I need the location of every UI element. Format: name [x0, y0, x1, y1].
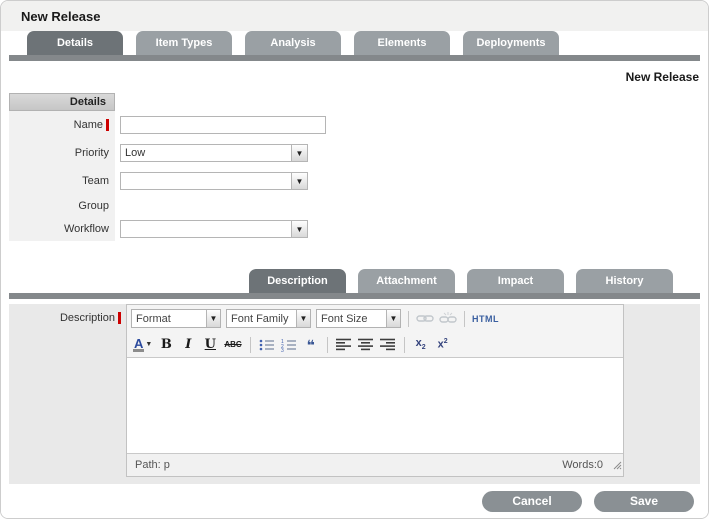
- rich-text-editor: Format ▼ Font Family ▼ Font Size ▼: [126, 304, 624, 477]
- main-tabs: Details Item Types Analysis Elements Dep…: [1, 31, 708, 55]
- tab-impact[interactable]: Impact: [467, 269, 564, 293]
- editor-statusbar: Path: p Words:0: [127, 454, 623, 476]
- cancel-button[interactable]: Cancel: [482, 491, 582, 512]
- editor-tabs: Description Attachment Impact History: [1, 269, 708, 293]
- resize-handle[interactable]: [612, 457, 622, 475]
- blockquote-icon[interactable]: ❝: [303, 335, 319, 354]
- tab-description[interactable]: Description: [249, 269, 346, 293]
- priority-label: Priority: [75, 147, 109, 159]
- align-right-icon[interactable]: [380, 335, 396, 354]
- superscript-icon[interactable]: x2: [435, 335, 451, 354]
- details-section: Details Name Priority Low ▼ T: [9, 93, 609, 241]
- editor-text-area[interactable]: [127, 357, 623, 454]
- workflow-select[interactable]: ▼: [120, 220, 308, 238]
- team-select[interactable]: ▼: [120, 172, 308, 190]
- bullet-list-icon[interactable]: [259, 335, 275, 354]
- svg-text:3: 3: [281, 348, 284, 352]
- chevron-down-icon[interactable]: ▼: [291, 221, 307, 237]
- field-row-workflow: Workflow ▼: [9, 217, 609, 241]
- editor-toolbar-row1: Format ▼ Font Family ▼ Font Size ▼: [127, 305, 623, 332]
- chevron-down-icon[interactable]: ▼: [206, 310, 220, 327]
- description-section: Description Format ▼ Font Family ▼ Font …: [9, 304, 700, 484]
- bold-icon[interactable]: B: [158, 335, 174, 354]
- strikethrough-icon[interactable]: ABC: [224, 335, 241, 354]
- required-marker: [118, 312, 121, 324]
- titlebar: New Release: [1, 1, 708, 31]
- team-label: Team: [82, 175, 109, 187]
- html-source-button[interactable]: HTML: [472, 309, 499, 328]
- field-row-priority: Priority Low ▼: [9, 139, 609, 167]
- tab-details[interactable]: Details: [27, 31, 123, 55]
- field-row-team: Team ▼: [9, 167, 609, 195]
- workflow-label: Workflow: [64, 223, 109, 235]
- underline-icon[interactable]: U: [202, 335, 218, 354]
- heading-row: New Release: [1, 61, 708, 93]
- format-select[interactable]: Format ▼: [131, 309, 221, 328]
- content-heading: New Release: [626, 70, 699, 84]
- font-family-select[interactable]: Font Family ▼: [226, 309, 311, 328]
- editor-word-count: Words:0: [562, 459, 603, 471]
- description-label: Description: [60, 312, 115, 324]
- action-bar: Cancel Save: [1, 484, 708, 518]
- chevron-down-icon[interactable]: ▼: [386, 310, 400, 327]
- unlink-icon[interactable]: [439, 309, 457, 328]
- italic-icon[interactable]: I: [180, 335, 196, 354]
- font-color-icon[interactable]: A▼: [133, 335, 152, 354]
- font-size-select[interactable]: Font Size ▼: [316, 309, 401, 328]
- new-release-window: New Release Details Item Types Analysis …: [0, 0, 709, 519]
- save-button[interactable]: Save: [594, 491, 694, 512]
- chevron-down-icon[interactable]: ▼: [296, 310, 310, 327]
- tab-elements[interactable]: Elements: [354, 31, 450, 55]
- required-marker: [106, 119, 109, 131]
- priority-select[interactable]: Low ▼: [120, 144, 308, 162]
- chevron-down-icon[interactable]: ▼: [145, 341, 152, 348]
- field-row-group: Group: [9, 195, 609, 217]
- chevron-down-icon[interactable]: ▼: [291, 173, 307, 189]
- insert-link-icon[interactable]: [416, 309, 434, 328]
- tab-analysis[interactable]: Analysis: [245, 31, 341, 55]
- name-field[interactable]: [120, 116, 326, 134]
- editor-path-status: Path: p: [135, 459, 170, 471]
- numbered-list-icon[interactable]: 123: [281, 335, 297, 354]
- tab-deployments[interactable]: Deployments: [463, 31, 559, 55]
- group-label: Group: [78, 200, 109, 212]
- align-left-icon[interactable]: [336, 335, 352, 354]
- page-title: New Release: [21, 9, 101, 24]
- tab-attachment[interactable]: Attachment: [358, 269, 455, 293]
- details-section-header: Details: [9, 93, 115, 111]
- subscript-icon[interactable]: x2: [413, 335, 429, 354]
- tab-history[interactable]: History: [576, 269, 673, 293]
- align-center-icon[interactable]: [358, 335, 374, 354]
- editor-tab-divider-bar: [9, 293, 700, 299]
- field-row-name: Name: [9, 111, 609, 139]
- editor-toolbar-row2: A▼ B I U ABC 123: [127, 332, 623, 357]
- name-label: Name: [74, 119, 103, 131]
- tab-item-types[interactable]: Item Types: [136, 31, 232, 55]
- chevron-down-icon[interactable]: ▼: [291, 145, 307, 161]
